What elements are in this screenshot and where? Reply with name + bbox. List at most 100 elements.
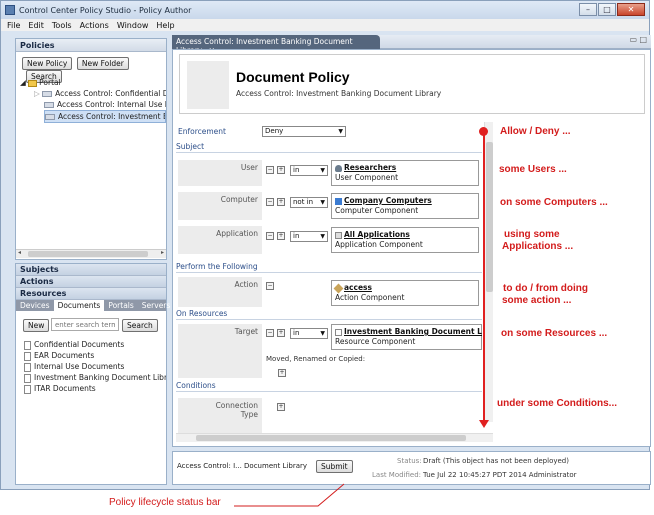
new-folder-button[interactable]: New Folder (76, 57, 129, 70)
user-component[interactable]: Researchers User Component (331, 160, 479, 186)
application-component[interactable]: All Applications Application Component (331, 227, 479, 253)
add-moved-target-button[interactable]: + (278, 369, 286, 377)
document-icon (24, 351, 31, 361)
editor-tabbar: Access Control: Investment Banking Docum… (172, 35, 651, 55)
app-icon (5, 5, 15, 15)
enforcement-select[interactable]: Deny ▼ (262, 126, 346, 137)
user-row-label: User (178, 160, 262, 186)
add-user-button[interactable]: + (277, 166, 285, 174)
list-item[interactable]: Internal Use Documents (24, 361, 166, 372)
annotation-applications-2: Applications ... (502, 241, 574, 252)
tree-item-policy[interactable]: Access Control: Internal Use Docu (20, 99, 166, 110)
minimize-button[interactable]: – (579, 3, 597, 16)
policies-panel: Policies New Policy New Folder Search ◢ … (15, 38, 167, 260)
scroll-thumb[interactable] (28, 251, 148, 257)
menu-file[interactable]: File (7, 21, 20, 30)
app-root: Control Center Policy Studio - Policy Au… (0, 0, 654, 515)
scroll-left-arrow-icon[interactable]: ◂ (18, 249, 21, 256)
resources-section-header: On Resources (176, 309, 482, 320)
menu-tools[interactable]: Tools (52, 21, 72, 30)
computer-operator-value: not in (293, 198, 314, 206)
annotation-conditions: under some Conditions... (497, 398, 618, 409)
components-panel: Subjects Actions Resources Devices Docum… (15, 263, 170, 485)
computer-component-name[interactable]: Company Computers (344, 196, 432, 205)
action-component[interactable]: access Action Component (331, 280, 479, 306)
editor-hscrollbar[interactable] (176, 433, 493, 442)
resources-section[interactable]: Resources (16, 288, 166, 300)
menu-actions[interactable]: Actions (80, 21, 109, 30)
dropdown-arrow-icon: ▼ (320, 233, 325, 240)
editor-tab-active[interactable]: Access Control: Investment Banking Docum… (172, 35, 380, 55)
menu-window[interactable]: Window (117, 21, 149, 30)
editor-vscrollbar[interactable] (484, 122, 493, 422)
tree-item-policy-selected[interactable]: Access Control: Investment Bank (44, 110, 166, 123)
add-target-button[interactable]: + (277, 329, 285, 337)
target-component-type: Resource Component (335, 337, 416, 346)
action-component-name[interactable]: access (344, 283, 372, 292)
scroll-thumb[interactable] (196, 435, 466, 441)
expand-arrow-icon[interactable]: ▷ (34, 89, 42, 98)
computer-operator-select[interactable]: not in ▼ (290, 197, 328, 208)
target-component[interactable]: Investment Banking Document Library Reso… (331, 324, 482, 350)
tab-devices[interactable]: Devices (16, 300, 54, 311)
application-row-label: Application (178, 226, 262, 254)
scroll-thumb[interactable] (486, 142, 493, 292)
policy-icon (45, 114, 55, 120)
component-search-button[interactable]: Search (122, 319, 158, 332)
tab-portals[interactable]: Portals (104, 300, 137, 311)
tab-documents[interactable]: Documents (53, 300, 105, 311)
target-operator-select[interactable]: in ▼ (290, 328, 328, 339)
status-value: Draft (This object has not been deployed… (423, 457, 569, 465)
subjects-section[interactable]: Subjects (16, 264, 166, 276)
list-item[interactable]: Investment Banking Document Library (24, 372, 166, 383)
application-component-name[interactable]: All Applications (344, 230, 410, 239)
remove-target-button[interactable]: − (266, 329, 274, 337)
modified-label: Last Modified: (372, 471, 422, 479)
maximize-button[interactable]: □ (598, 3, 616, 16)
add-condition-button[interactable]: + (277, 403, 285, 411)
add-application-button[interactable]: + (277, 232, 285, 240)
tab-servers[interactable]: Servers (138, 300, 175, 311)
remove-application-button[interactable]: − (266, 232, 274, 240)
document-list: Confidential Documents EAR Documents Int… (24, 339, 166, 394)
computer-component[interactable]: Company Computers Computer Component (331, 193, 479, 219)
application-operator-value: in (293, 232, 300, 240)
menu-help[interactable]: Help (156, 21, 174, 30)
collapse-arrow-icon[interactable]: ◢ (20, 78, 28, 87)
new-policy-button[interactable]: New Policy (22, 57, 73, 70)
submit-button[interactable]: Submit (316, 460, 353, 473)
new-component-button[interactable]: New (23, 319, 50, 332)
maximize-view-icon[interactable]: □ (639, 35, 647, 44)
menu-edit[interactable]: Edit (28, 21, 44, 30)
tree-node-portal[interactable]: ◢ Portal (20, 77, 166, 88)
application-operator-select[interactable]: in ▼ (290, 231, 328, 242)
list-item-label: ITAR Documents (34, 384, 96, 393)
computer-component-type: Computer Component (335, 206, 419, 215)
policy-tree: ◢ Portal ▷ Access Control: Confidential … (20, 77, 166, 123)
dropdown-arrow-icon: ▼ (320, 330, 325, 337)
list-item[interactable]: ITAR Documents (24, 383, 166, 394)
scroll-right-arrow-icon[interactable]: ▸ (161, 249, 164, 256)
dropdown-arrow-icon: ▼ (320, 167, 325, 174)
tree-item-policy[interactable]: ▷ Access Control: Confidential Doc (20, 88, 166, 99)
list-item[interactable]: EAR Documents (24, 350, 166, 361)
folder-icon (28, 79, 38, 87)
resource-tabs: Devices Documents Portals Servers (16, 300, 170, 311)
list-item-label: Investment Banking Document Library (34, 373, 166, 382)
user-operator-select[interactable]: in ▼ (290, 165, 328, 176)
minimize-view-icon[interactable]: ▭ (629, 35, 637, 44)
remove-computer-button[interactable]: − (266, 198, 274, 206)
component-search-input[interactable] (51, 318, 119, 331)
policy-tree-hscrollbar[interactable]: ◂ ▸ (16, 249, 166, 258)
remove-action-button[interactable]: − (266, 282, 274, 290)
target-component-name[interactable]: Investment Banking Document Library (344, 327, 482, 336)
enforcement-value: Deny (265, 127, 284, 135)
list-item[interactable]: Confidential Documents (24, 339, 166, 350)
add-computer-button[interactable]: + (277, 198, 285, 206)
moved-renamed-label: Moved, Renamed or Copied: (266, 355, 366, 363)
actions-section[interactable]: Actions (16, 276, 166, 288)
user-component-name[interactable]: Researchers (344, 163, 396, 172)
close-button[interactable]: ✕ (617, 3, 645, 16)
remove-user-button[interactable]: − (266, 166, 274, 174)
document-icon (24, 340, 31, 350)
